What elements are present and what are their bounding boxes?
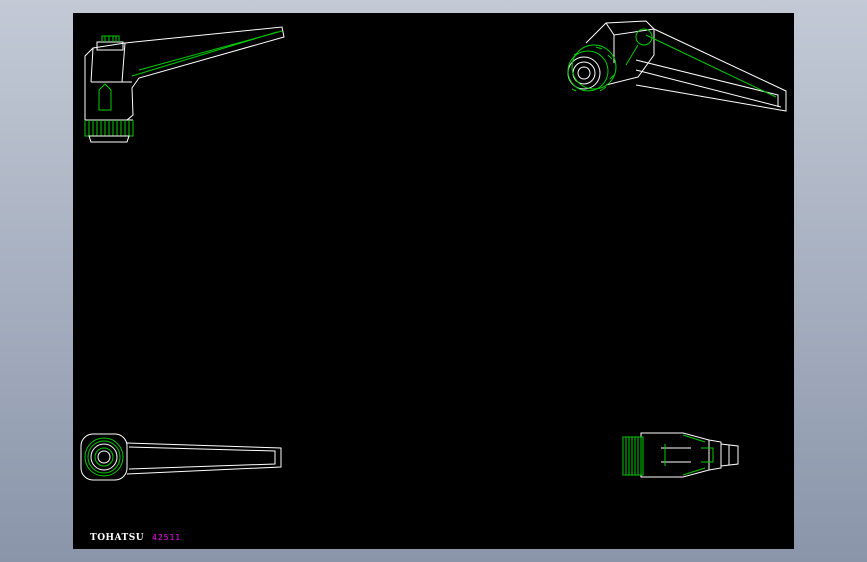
brand-logo: TOHATSU bbox=[90, 533, 145, 543]
side-view bbox=[84, 26, 285, 143]
isometric-view bbox=[567, 20, 787, 112]
drawing-viewport[interactable]: TOHATSU 42511 bbox=[73, 13, 794, 549]
end-view bbox=[622, 432, 739, 478]
top-view bbox=[80, 433, 282, 481]
part-number: 42511 bbox=[152, 533, 182, 542]
